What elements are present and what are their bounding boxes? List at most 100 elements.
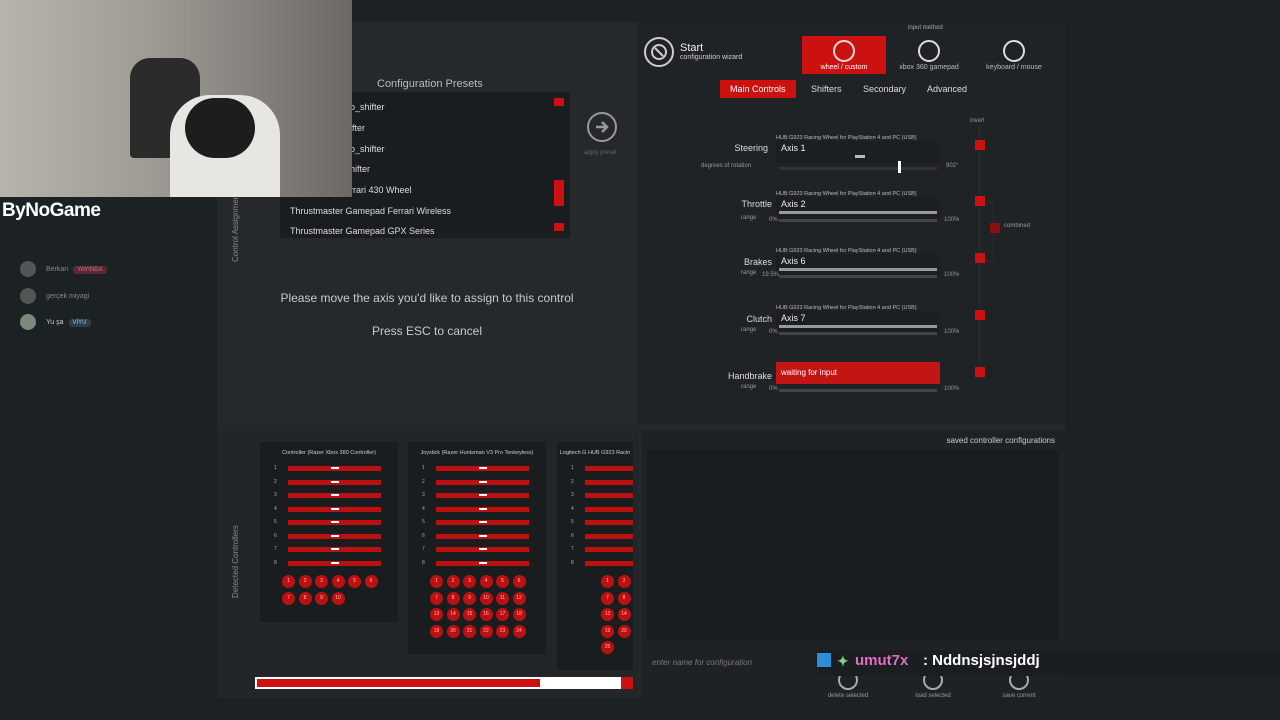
scrollbar-thumb[interactable]: [554, 180, 564, 206]
rotation-handle[interactable]: [898, 161, 901, 173]
preset-item[interactable]: o_shifter: [350, 102, 385, 112]
steering-invert-toggle[interactable]: [975, 140, 985, 150]
axis-marker: [479, 467, 487, 469]
button-indicator: 9: [315, 591, 328, 605]
controllers-scrollbar[interactable]: [255, 677, 633, 689]
wizard-title[interactable]: Start: [680, 42, 703, 54]
steering-indicator: [855, 155, 865, 158]
axis-row: 4: [416, 505, 541, 512]
axis-row: 3: [268, 492, 393, 498]
preset-item[interactable]: rrari 430 Wheel: [350, 185, 412, 195]
scroll-up-button[interactable]: [554, 98, 564, 106]
axis-number: 8: [274, 559, 277, 566]
axis-row: 1: [416, 465, 541, 471]
axis-marker: [331, 548, 339, 550]
axis-marker: [479, 534, 487, 537]
brakes-axis-button[interactable]: Axis 6: [776, 254, 939, 276]
axis-number: 7: [422, 546, 425, 552]
axis-number: 3: [571, 492, 574, 498]
throttle-invert-toggle[interactable]: [975, 196, 985, 206]
brakes-range-slider[interactable]: [779, 275, 937, 278]
scrollbar-thumb[interactable]: [257, 679, 540, 687]
axis-marker: [479, 480, 487, 483]
range-max: 100%: [944, 329, 960, 335]
clutch-invert-toggle[interactable]: [975, 310, 985, 320]
controller-card[interactable]: Logitech G HUB G923 Racin 1 2 3 4 5 6 7 8 1 2 7 8 13 1…: [557, 442, 633, 670]
wizard-subtitle: configuration wizard: [680, 54, 743, 61]
load-selected-label: load selected: [915, 693, 951, 699]
brakes-invert-toggle[interactable]: [975, 253, 985, 263]
controller-name: Logitech G HUB G923 Racin: [559, 450, 631, 456]
button-indicator: 4: [331, 575, 345, 588]
apply-preset-icon[interactable]: [587, 112, 617, 142]
rotation-label: degrees of rotation: [701, 163, 752, 169]
button-indicator: 8: [298, 591, 312, 605]
controller-card[interactable]: Controller (Razer Xbox 360 Controller) 1 2…: [260, 442, 398, 622]
axis-marker: [331, 467, 339, 469]
preset-item[interactable]: Thrustmaster Gamepad Ferrari Wireless: [290, 206, 451, 216]
wheel-mode-button[interactable]: wheel / custom: [802, 36, 886, 74]
button-indicator: 6: [364, 575, 378, 588]
button-indicator: 10: [479, 591, 493, 605]
keyboard-mode-button[interactable]: keyboard / mouse: [972, 36, 1056, 74]
axis-number: 1: [571, 465, 574, 471]
scroll-down-button[interactable]: [554, 223, 564, 231]
handbrake-axis-button[interactable]: waiting for input: [776, 362, 940, 384]
throttle-range-slider[interactable]: [779, 219, 937, 222]
controller-card[interactable]: Joystick (Razer Huntsman V3 Pro Tenkeyle…: [408, 442, 546, 654]
button-indicator: 18: [512, 608, 526, 621]
axis-number: 1: [422, 465, 425, 471]
throttle-level: [779, 211, 937, 214]
axis-number: 5: [571, 519, 574, 525]
axis-number: 2: [422, 478, 425, 485]
axis-marker: [331, 494, 339, 496]
gamepad-mode-button[interactable]: xbox 360 gamepad: [887, 36, 971, 74]
axis-name: Axis 2: [781, 199, 806, 209]
detected-controllers-label: Detected Controllers: [231, 525, 240, 598]
button-indicator: 22: [479, 624, 493, 638]
brakes-label: Brakes: [743, 257, 772, 267]
preset-item[interactable]: Thrustmaster Gamepad GPX Series: [290, 226, 435, 236]
clutch-range-slider[interactable]: [779, 332, 937, 335]
button-indicator: 2: [446, 575, 460, 588]
combined-toggle[interactable]: [990, 223, 1000, 233]
button-indicator: 21: [463, 624, 476, 638]
axis-row: 6: [268, 533, 393, 539]
tab-main-controls[interactable]: Main Controls: [720, 80, 796, 98]
button-indicator: 19: [430, 624, 443, 638]
config-name-input[interactable]: enter name for configuration: [652, 658, 752, 667]
axis-marker: [479, 521, 487, 523]
axis-number: 1: [274, 465, 277, 471]
steering-axis-button[interactable]: Axis 1: [776, 141, 939, 163]
range-max: 100%: [944, 272, 960, 278]
handbrake-range-slider[interactable]: [779, 389, 937, 392]
throttle-axis-button[interactable]: Axis 2: [776, 197, 939, 219]
viewer-name: gerçek miyagi: [46, 292, 90, 300]
button-indicator: 10: [331, 591, 345, 605]
button-indicator: 2: [617, 575, 631, 588]
saved-configs-list[interactable]: [647, 450, 1059, 640]
preset-item[interactable]: ifter: [350, 123, 365, 133]
tab-secondary[interactable]: Secondary: [853, 80, 916, 98]
axis-number: 4: [571, 505, 574, 512]
preset-item[interactable]: hifter: [350, 164, 370, 174]
range-min: 0%: [769, 329, 778, 335]
tab-advanced[interactable]: Advanced: [917, 80, 977, 98]
button-indicator: 3: [463, 575, 476, 588]
clutch-axis-button[interactable]: Axis 7: [776, 311, 939, 333]
scroll-right-button[interactable]: [621, 677, 633, 689]
rotation-slider[interactable]: [779, 167, 937, 170]
axis-number: 4: [422, 505, 425, 512]
handbrake-invert-toggle[interactable]: [975, 367, 985, 377]
detected-controllers-panel: Detected Controllers Controller (Razer X…: [217, 430, 638, 698]
preset-item[interactable]: o_shifter: [350, 144, 385, 154]
avatar: [20, 314, 36, 330]
handbrake-label: Handbrake: [727, 371, 772, 381]
axis-number: 5: [274, 519, 277, 525]
plant-icon: ✦: [837, 653, 849, 669]
tab-shifters[interactable]: Shifters: [801, 80, 852, 98]
axis-number: 6: [571, 532, 574, 539]
mode-label: keyboard / mouse: [986, 64, 1042, 71]
wizard-icon[interactable]: [644, 37, 674, 67]
brakes-level: [779, 268, 937, 271]
